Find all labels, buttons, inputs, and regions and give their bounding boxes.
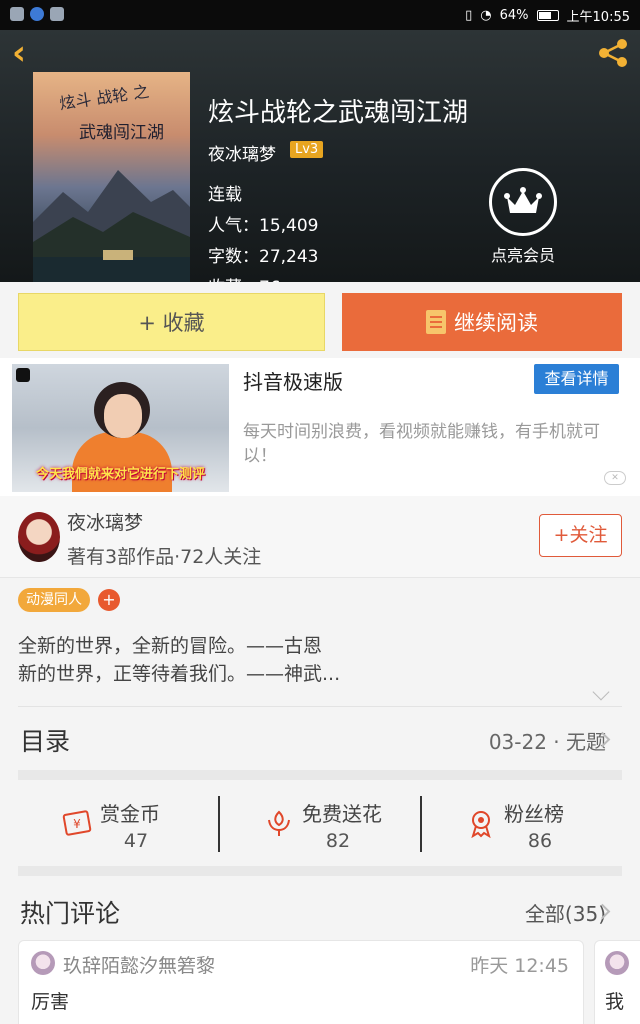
book-popularity: 人气：15,409 [208, 216, 319, 236]
cover-mountain-art [33, 170, 190, 282]
clock: 上午10:55 [566, 10, 630, 25]
divider [18, 706, 622, 707]
share-icon[interactable] [596, 38, 630, 68]
battery-percent: 64% [499, 8, 529, 23]
all-comments-link[interactable]: 全部(35) [525, 898, 606, 927]
commenter-avatar[interactable] [605, 951, 629, 975]
back-icon[interactable]: ‹ [12, 36, 26, 70]
fan-ranking-label: 粉丝榜 [504, 802, 564, 826]
send-flower-label: 免费送花 [302, 802, 382, 826]
catalog-title[interactable]: 目录 [20, 722, 70, 758]
author-name: 夜冰璃梦 [67, 512, 144, 534]
hot-comments-title: 热门评论 [20, 899, 121, 928]
commenter-name[interactable]: 玖辞陌懿汐無箬黎 [63, 951, 215, 978]
battery-icon [536, 10, 559, 21]
follow-button[interactable]: +关注 [539, 514, 622, 557]
comment-card[interactable]: 我 [594, 940, 640, 1024]
ad-details-button[interactable]: 查看详情 [534, 364, 619, 394]
intro-line-1: 全新的世界，全新的冒险。——古恩 [18, 635, 323, 657]
ad-description: 每天时间别浪费，看视频就能赚钱，有手机就可以！ [243, 422, 600, 466]
crown-icon [489, 168, 557, 236]
reward-coins-label: 赏金币 [100, 802, 160, 826]
comment-text: 厉害 [31, 991, 70, 1013]
ad-person-body [72, 432, 172, 492]
book-header: ‹ 炫斗 战轮 之 武魂闯江湖 炫斗战轮之武魂闯江湖 夜冰璃梦 Lv3 连载 人… [0, 30, 640, 282]
reward-coins-button[interactable]: ¥ 赏金币 47 [18, 790, 220, 856]
ad-banner[interactable]: 今天我們就来对它进行下测评 抖音极速版 查看详情 每天时间别浪费，看视频就能赚钱… [0, 358, 640, 496]
book-status: 连载 [208, 185, 242, 205]
send-flower-count: 82 [325, 830, 351, 852]
ad-person-face [104, 394, 142, 438]
system-status: ▯ ◔ 64% 上午10:55 [465, 6, 630, 25]
comment-card[interactable]: 玖辞陌懿汐無箬黎 昨天 12:45 厉害 [18, 940, 584, 1024]
ad-app-name: 抖音极速版 [243, 370, 343, 394]
wifi-icon: ◔ [480, 8, 492, 23]
favorite-button[interactable]: + 收藏 [18, 293, 325, 351]
ad-close-icon[interactable]: ✕ [604, 471, 626, 485]
ad-thumb-caption: 今天我們就来对它进行下测评 [35, 467, 205, 482]
cover-text-top: 炫斗 战轮 之 [58, 81, 151, 114]
section-separator [18, 866, 622, 876]
commenter-avatar[interactable] [31, 951, 55, 975]
book-icon [426, 310, 446, 334]
cloud-icon [10, 7, 24, 21]
book-word-count: 字数：27,243 [208, 247, 319, 267]
add-tag-button[interactable]: + [98, 589, 120, 611]
author-row[interactable]: 夜冰璃梦 著有3部作品·72人关注 +关注 [0, 496, 640, 578]
author-stats: 著有3部作品·72人关注 [67, 546, 262, 568]
sync-icon [50, 7, 64, 21]
level-badge: Lv3 [290, 141, 324, 158]
send-flower-button[interactable]: 免费送花 82 [220, 790, 422, 856]
fan-ranking-button[interactable]: 粉丝榜 86 [422, 790, 624, 856]
intro-line-2: 新的世界，正等待着我们。——神武... [18, 663, 341, 685]
vip-button[interactable]: 点亮会员 [478, 168, 568, 266]
comment-text: 我 [605, 991, 625, 1013]
catalog-latest-chapter[interactable]: 03-22 · 无题 [489, 726, 606, 755]
author-avatar[interactable] [18, 512, 60, 562]
app-notification-icon [30, 7, 44, 21]
cover-text-bottom: 武魂闯江湖 [79, 123, 164, 143]
fan-ranking-count: 86 [527, 830, 553, 852]
reward-coins-count: 47 [123, 830, 149, 852]
book-favorites: 收藏：76 [208, 273, 281, 282]
book-title: 炫斗战轮之武魂闯江湖 [208, 98, 469, 128]
genre-tag[interactable]: 动漫同人 [18, 588, 90, 612]
notification-icons [10, 7, 64, 21]
book-cover[interactable]: 炫斗 战轮 之 武魂闯江湖 [33, 72, 190, 282]
vibrate-icon: ▯ [465, 8, 473, 23]
ad-thumbnail[interactable]: 今天我們就来对它进行下测评 [12, 364, 229, 492]
comment-time: 昨天 12:45 [470, 955, 569, 977]
vip-label: 点亮会员 [490, 246, 555, 265]
svg-text:¥: ¥ [73, 817, 81, 831]
book-intro[interactable]: 全新的世界，全新的冒险。——古恩 新的世界，正等待着我们。——神武... [18, 632, 618, 688]
tiktok-icon [16, 368, 30, 382]
status-bar: ▯ ◔ 64% 上午10:55 [0, 0, 640, 30]
book-author[interactable]: 夜冰璃梦 [208, 140, 276, 165]
section-separator [18, 770, 622, 780]
continue-reading-label: 继续阅读 [454, 311, 538, 335]
continue-reading-button[interactable]: 继续阅读 [342, 293, 622, 351]
